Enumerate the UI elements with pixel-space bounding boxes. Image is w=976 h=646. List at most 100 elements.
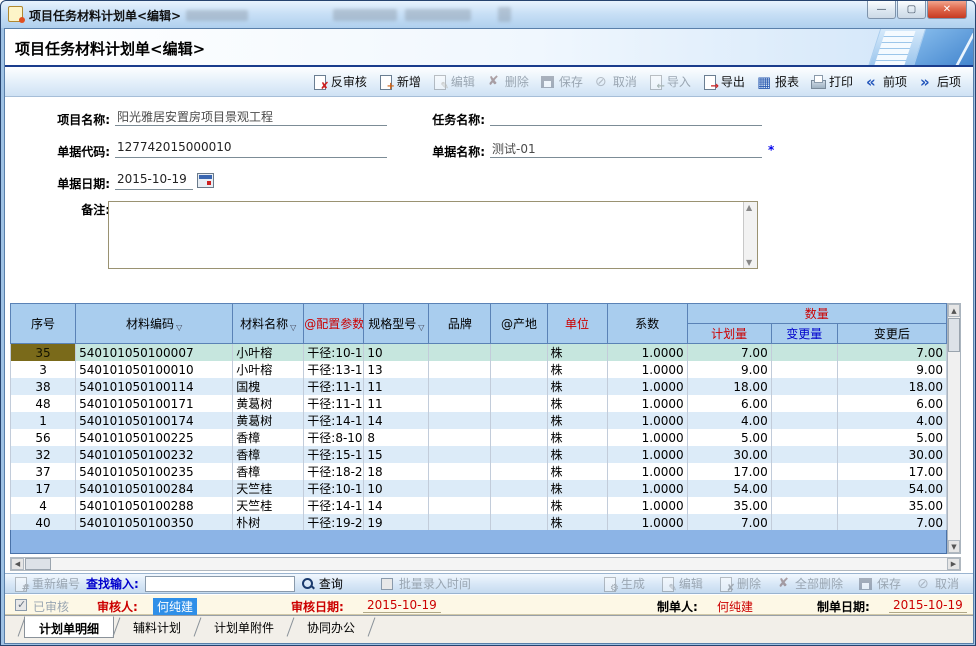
cell-coeff[interactable]: 1.0000: [607, 446, 687, 463]
cell-after[interactable]: 9.00: [837, 361, 946, 378]
cell-seq[interactable]: 35: [11, 344, 76, 362]
cell-unit[interactable]: 株: [547, 378, 607, 395]
cell-unit[interactable]: 株: [547, 429, 607, 446]
cell-origin[interactable]: [491, 344, 547, 362]
cell-code[interactable]: 540101050100174: [76, 412, 233, 429]
table-row[interactable]: 17540101050100284天竺桂干径:10-12cm10株1.00005…: [11, 480, 947, 497]
cell-after[interactable]: 18.00: [837, 378, 946, 395]
table-row[interactable]: 32540101050100232香樟干径:15-16cm15株1.000030…: [11, 446, 947, 463]
cell-seq[interactable]: 38: [11, 378, 76, 395]
scroll-down-icon[interactable]: ▼: [746, 258, 752, 267]
cell-spec[interactable]: 8: [364, 429, 429, 446]
cell-origin[interactable]: [491, 395, 547, 412]
col-header-change[interactable]: 变更量: [771, 324, 837, 344]
col-header-param[interactable]: @配置参数▽: [304, 304, 364, 344]
cell-unit[interactable]: 株: [547, 463, 607, 480]
cell-spec[interactable]: 10: [364, 480, 429, 497]
col-header-code[interactable]: 材料编码▽: [76, 304, 233, 344]
cell-plan[interactable]: 35.00: [687, 497, 771, 514]
print-button[interactable]: 打印: [810, 73, 853, 90]
cell-spec[interactable]: 14: [364, 412, 429, 429]
cell-coeff[interactable]: 1.0000: [607, 463, 687, 480]
cell-param[interactable]: 干径:19-20cm: [304, 514, 364, 532]
remark-textarea[interactable]: ▲ ▼: [108, 201, 758, 269]
cell-name[interactable]: 小叶榕: [233, 361, 304, 378]
cell-code[interactable]: 540101050100284: [76, 480, 233, 497]
audit-date-value[interactable]: 2015-10-19: [363, 598, 441, 613]
cell-code[interactable]: 540101050100235: [76, 463, 233, 480]
cell-code[interactable]: 540101050100171: [76, 395, 233, 412]
add-button[interactable]: +新增: [378, 73, 421, 90]
cell-after[interactable]: 5.00: [837, 429, 946, 446]
cell-origin[interactable]: [491, 446, 547, 463]
cell-origin[interactable]: [491, 463, 547, 480]
cell-name[interactable]: 国槐: [233, 378, 304, 395]
table-row[interactable]: 3540101050100010小叶榕干径:13-15cm13株1.00009.…: [11, 361, 947, 378]
cell-spec[interactable]: 19: [364, 514, 429, 532]
cell-after[interactable]: 17.00: [837, 463, 946, 480]
creator-value[interactable]: 何纯建: [713, 598, 757, 616]
col-header-unit[interactable]: 单位: [547, 304, 607, 344]
scroll-up-icon[interactable]: ▲: [948, 304, 960, 317]
cell-seq[interactable]: 1: [11, 412, 76, 429]
col-header-spec[interactable]: 规格型号▽: [364, 304, 429, 344]
cell-origin[interactable]: [491, 497, 547, 514]
vertical-scrollbar[interactable]: ▲ ▼: [947, 303, 961, 554]
export-button[interactable]: →导出: [702, 73, 745, 90]
cell-change[interactable]: [771, 446, 837, 463]
cell-name[interactable]: 朴树: [233, 514, 304, 532]
auditor-value[interactable]: 何纯建: [153, 598, 197, 616]
cell-spec[interactable]: 14: [364, 497, 429, 514]
cell-after[interactable]: 54.00: [837, 480, 946, 497]
horizontal-scrollbar[interactable]: ◀ ▶: [10, 557, 961, 571]
cell-code[interactable]: 540101050100007: [76, 344, 233, 362]
cell-seq[interactable]: 37: [11, 463, 76, 480]
cell-seq[interactable]: 56: [11, 429, 76, 446]
cell-coeff[interactable]: 1.0000: [607, 361, 687, 378]
cell-plan[interactable]: 54.00: [687, 480, 771, 497]
cell-coeff[interactable]: 1.0000: [607, 378, 687, 395]
cell-spec[interactable]: 11: [364, 378, 429, 395]
cell-plan[interactable]: 18.00: [687, 378, 771, 395]
cell-coeff[interactable]: 1.0000: [607, 412, 687, 429]
cell-unit[interactable]: 株: [547, 446, 607, 463]
table-row[interactable]: 4540101050100288天竺桂干径:14-15cm14株1.000035…: [11, 497, 947, 514]
col-header-seq[interactable]: 序号: [11, 304, 76, 344]
table-row[interactable]: 37540101050100235香樟干径:18-20cm18株1.000017…: [11, 463, 947, 480]
col-header-after[interactable]: 变更后: [837, 324, 946, 344]
cell-unit[interactable]: 株: [547, 497, 607, 514]
cell-param[interactable]: 干径:14-15cm: [304, 497, 364, 514]
cell-plan[interactable]: 7.00: [687, 514, 771, 532]
cell-brand[interactable]: [429, 412, 491, 429]
cell-origin[interactable]: [491, 480, 547, 497]
cell-brand[interactable]: [429, 463, 491, 480]
cell-origin[interactable]: [491, 514, 547, 532]
minimize-button[interactable]: —: [867, 1, 896, 19]
cell-coeff[interactable]: 1.0000: [607, 344, 687, 362]
close-button[interactable]: ✕: [927, 1, 967, 19]
cell-code[interactable]: 540101050100232: [76, 446, 233, 463]
cell-plan[interactable]: 30.00: [687, 446, 771, 463]
cell-code[interactable]: 540101050100010: [76, 361, 233, 378]
cell-plan[interactable]: 7.00: [687, 344, 771, 362]
tab-attachment[interactable]: 计划单附件: [200, 616, 288, 638]
cell-after[interactable]: 7.00: [837, 344, 946, 362]
cell-name[interactable]: 小叶榕: [233, 344, 304, 362]
cell-seq[interactable]: 4: [11, 497, 76, 514]
doc-name-field[interactable]: 测试-01: [490, 140, 762, 158]
filter-icon[interactable]: ▽: [418, 323, 424, 332]
cell-after[interactable]: 30.00: [837, 446, 946, 463]
cell-plan[interactable]: 6.00: [687, 395, 771, 412]
doc-code-field[interactable]: 127742015000010: [115, 140, 387, 158]
cell-code[interactable]: 540101050100288: [76, 497, 233, 514]
cell-brand[interactable]: [429, 361, 491, 378]
cell-coeff[interactable]: 1.0000: [607, 395, 687, 412]
cell-change[interactable]: [771, 497, 837, 514]
col-header-origin[interactable]: @产地: [491, 304, 547, 344]
cell-brand[interactable]: [429, 514, 491, 532]
cell-name[interactable]: 天竺桂: [233, 497, 304, 514]
scroll-left-icon[interactable]: ◀: [11, 558, 24, 570]
cell-change[interactable]: [771, 429, 837, 446]
project-name-field[interactable]: 阳光雅居安置房项目景观工程: [115, 108, 387, 126]
cell-seq[interactable]: 48: [11, 395, 76, 412]
